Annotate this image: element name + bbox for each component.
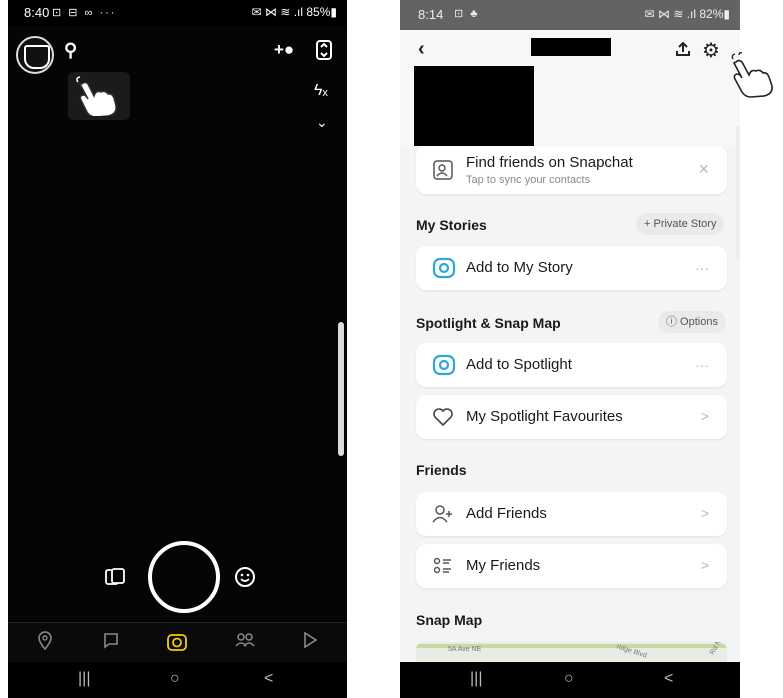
add-friend-icon: [432, 505, 452, 523]
add-to-my-story-label: Add to My Story: [466, 259, 573, 276]
status-right: ✉ ⋈ ≋ .ıl 82%▮: [644, 7, 730, 21]
system-nav-bar: ||| ○ <: [8, 662, 347, 698]
status-bar: 8:14 ⊡ ♣ ✉ ⋈ ≋ .ıl 82%▮: [400, 0, 740, 30]
heart-icon: [433, 408, 453, 427]
contacts-icon: [433, 160, 453, 180]
status-icons: ⊡ ⊟ ∞ ···: [52, 7, 117, 19]
chevron-right-icon: >: [700, 408, 709, 424]
status-time: 8:40: [24, 5, 50, 20]
camera-icon[interactable]: [166, 631, 188, 653]
recents-nav-button[interactable]: |||: [78, 670, 90, 688]
chevron-right-icon: >: [700, 505, 709, 521]
find-friends-card[interactable]: Find friends on Snapchat Tap to sync you…: [416, 146, 727, 194]
memories-icon[interactable]: [104, 567, 126, 587]
capture-button[interactable]: [148, 541, 220, 613]
chevron-right-icon: >: [700, 557, 709, 573]
more-icon[interactable]: ···: [695, 260, 709, 276]
scroll-handle[interactable]: [338, 322, 344, 456]
tap-hint-hand-icon: [68, 72, 130, 120]
search-icon[interactable]: ⚲: [64, 40, 77, 61]
back-nav-button[interactable]: <: [664, 670, 673, 688]
recents-nav-button[interactable]: |||: [470, 670, 482, 688]
camera-circle-icon: [432, 354, 456, 376]
flash-off-icon[interactable]: ϟₓ: [314, 82, 328, 100]
my-friends-row[interactable]: My Friends >: [416, 544, 727, 588]
profile-content: Find friends on Snapchat Tap to sync you…: [400, 146, 740, 662]
camera-screen: 8:40 ⊡ ⊟ ∞ ··· ✉ ⋈ ≋ .ıl 85%▮ ⚲ +● ϟₓ ⌄: [8, 0, 347, 698]
more-icon[interactable]: ···: [695, 357, 709, 373]
my-friends-label: My Friends: [466, 557, 541, 574]
snap-map-preview[interactable]: 5A Ave NE ridge Blvd Rd N: [416, 642, 727, 662]
spotlight-header: Spotlight & Snap Map: [416, 315, 561, 331]
flip-camera-icon[interactable]: [314, 38, 334, 62]
bottom-tab-bar: [8, 622, 347, 663]
chat-icon[interactable]: [102, 631, 120, 649]
redacted-profile-image: [414, 66, 534, 146]
close-icon[interactable]: ×: [698, 159, 709, 180]
friends-icon[interactable]: [234, 631, 256, 649]
my-stories-header: My Stories: [416, 217, 487, 233]
friends-header: Friends: [416, 462, 467, 478]
spotlight-favourites-label: My Spotlight Favourites: [466, 408, 623, 425]
snap-map-header: Snap Map: [416, 612, 483, 628]
scroll-handle[interactable]: [736, 126, 740, 258]
camera-circle-icon: [432, 257, 456, 279]
friends-list-icon: [433, 557, 451, 574]
find-friends-subtitle: Tap to sync your contacts: [466, 174, 591, 186]
home-nav-button[interactable]: ○: [564, 670, 574, 688]
status-bar: 8:40 ⊡ ⊟ ∞ ··· ✉ ⋈ ≋ .ıl 85%▮: [8, 0, 347, 26]
back-icon[interactable]: ‹: [418, 38, 425, 61]
pointing-hand-icon: [731, 52, 773, 98]
back-nav-button[interactable]: <: [264, 670, 273, 688]
map-icon[interactable]: [36, 631, 54, 651]
status-time: 8:14: [418, 7, 444, 22]
options-button[interactable]: ⓘ Options: [658, 311, 726, 333]
status-icons: ⊡ ♣: [454, 8, 480, 20]
spotlight-favourites-row[interactable]: My Spotlight Favourites >: [416, 395, 727, 439]
discover-icon[interactable]: [302, 631, 318, 649]
gear-icon[interactable]: ⚙: [702, 38, 720, 63]
map-street-label: 5A Ave NE: [448, 646, 482, 653]
lens-smiley-icon[interactable]: [234, 566, 256, 588]
add-to-my-story-row[interactable]: Add to My Story ···: [416, 246, 727, 290]
bitmoji-avatar[interactable]: [16, 36, 54, 74]
add-friend-icon[interactable]: +●: [274, 40, 294, 60]
home-nav-button[interactable]: ○: [170, 670, 180, 688]
add-friends-label: Add Friends: [466, 505, 547, 522]
find-friends-title: Find friends on Snapchat: [466, 154, 633, 171]
status-right: ✉ ⋈ ≋ .ıl 85%▮: [251, 5, 337, 19]
system-nav-bar: ||| ○ <: [400, 662, 740, 698]
redacted-username: [531, 38, 611, 56]
camera-viewfinder[interactable]: [8, 26, 347, 622]
add-friends-row[interactable]: Add Friends >: [416, 492, 727, 536]
share-icon[interactable]: [674, 40, 692, 58]
add-to-spotlight-label: Add to Spotlight: [466, 356, 572, 373]
chevron-down-icon[interactable]: ⌄: [316, 114, 328, 131]
private-story-button[interactable]: + Private Story: [636, 213, 725, 235]
add-to-spotlight-row[interactable]: Add to Spotlight ···: [416, 343, 727, 387]
profile-screen: 8:14 ⊡ ♣ ✉ ⋈ ≋ .ıl 82%▮ ‹ ⚙ Find friends…: [400, 0, 740, 698]
